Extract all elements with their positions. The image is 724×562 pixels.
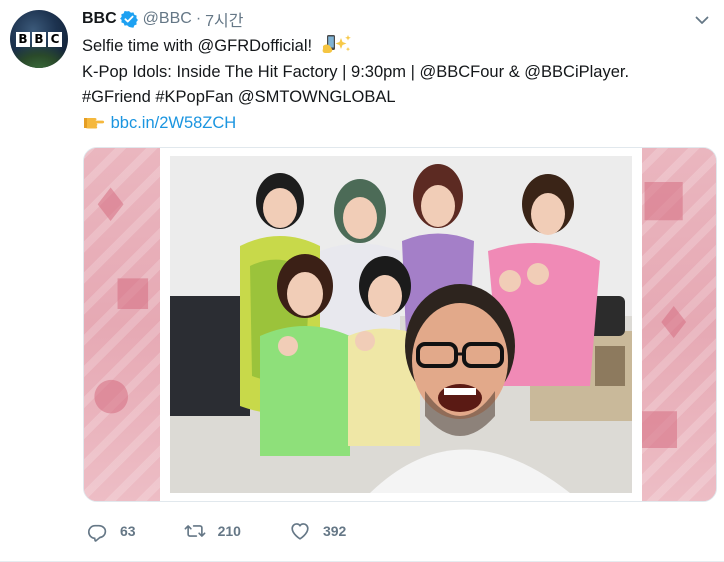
- tweet-text-line-3: #GFriend #KPopFan @SMTOWNGLOBAL: [82, 88, 396, 106]
- bbc-logo: B B C: [16, 32, 62, 47]
- tweet[interactable]: B B C BBC @BBC · 7시간 Selfie time with @G…: [0, 0, 724, 562]
- photo-frame: [160, 148, 642, 501]
- selfie-photo[interactable]: [170, 156, 632, 493]
- selfie-photo-illustration: [170, 156, 632, 493]
- pointing-right-emoji-icon: [84, 117, 105, 128]
- tweet-media[interactable]: ♦ ■ ● ■ ♦ ■: [83, 147, 717, 502]
- like-button[interactable]: 392: [289, 520, 346, 542]
- bbc-logo-letter: C: [48, 32, 62, 47]
- avatar-earth: [10, 44, 68, 68]
- author-handle[interactable]: @BBC: [143, 10, 192, 28]
- tweet-link[interactable]: bbc.in/2W58ZCH: [111, 114, 237, 132]
- selfie-phone-emoji-icon: [322, 35, 351, 53]
- avatar[interactable]: B B C: [10, 10, 68, 68]
- tweet-text-line-1: Selfie time with @GFRDofficial!: [82, 34, 702, 60]
- header-separator: ·: [195, 10, 202, 27]
- retweet-count: 210: [217, 523, 241, 539]
- reply-count: 63: [120, 523, 136, 539]
- retweet-button[interactable]: 210: [184, 520, 241, 542]
- verified-badge-icon: [119, 11, 138, 28]
- tweet-text-line-4: bbc.in/2W58ZCH: [82, 111, 702, 137]
- tweet-text: Selfie time with @GFRDofficial! K-Pop Id…: [82, 34, 702, 136]
- tweet-text-line-2: K-Pop Idols: Inside The Hit Factory | 9:…: [82, 62, 630, 81]
- like-count: 392: [322, 523, 347, 539]
- heart-icon: [291, 523, 309, 540]
- reply-icon: [87, 524, 107, 542]
- tweet-actions: 63 210 392: [86, 518, 394, 544]
- tweet-timestamp[interactable]: 7시간: [205, 7, 243, 31]
- reply-button[interactable]: 63: [86, 520, 136, 542]
- bbc-logo-letter: B: [16, 32, 30, 47]
- bbc-logo-letter: B: [32, 32, 46, 47]
- author-name[interactable]: BBC: [82, 10, 117, 28]
- chevron-down-icon[interactable]: [694, 12, 710, 28]
- tweet-header: BBC @BBC · 7시간: [82, 8, 243, 30]
- retweet-icon: [184, 525, 206, 537]
- tweet-text-line-1-text: Selfie time with @GFRDofficial!: [82, 37, 313, 55]
